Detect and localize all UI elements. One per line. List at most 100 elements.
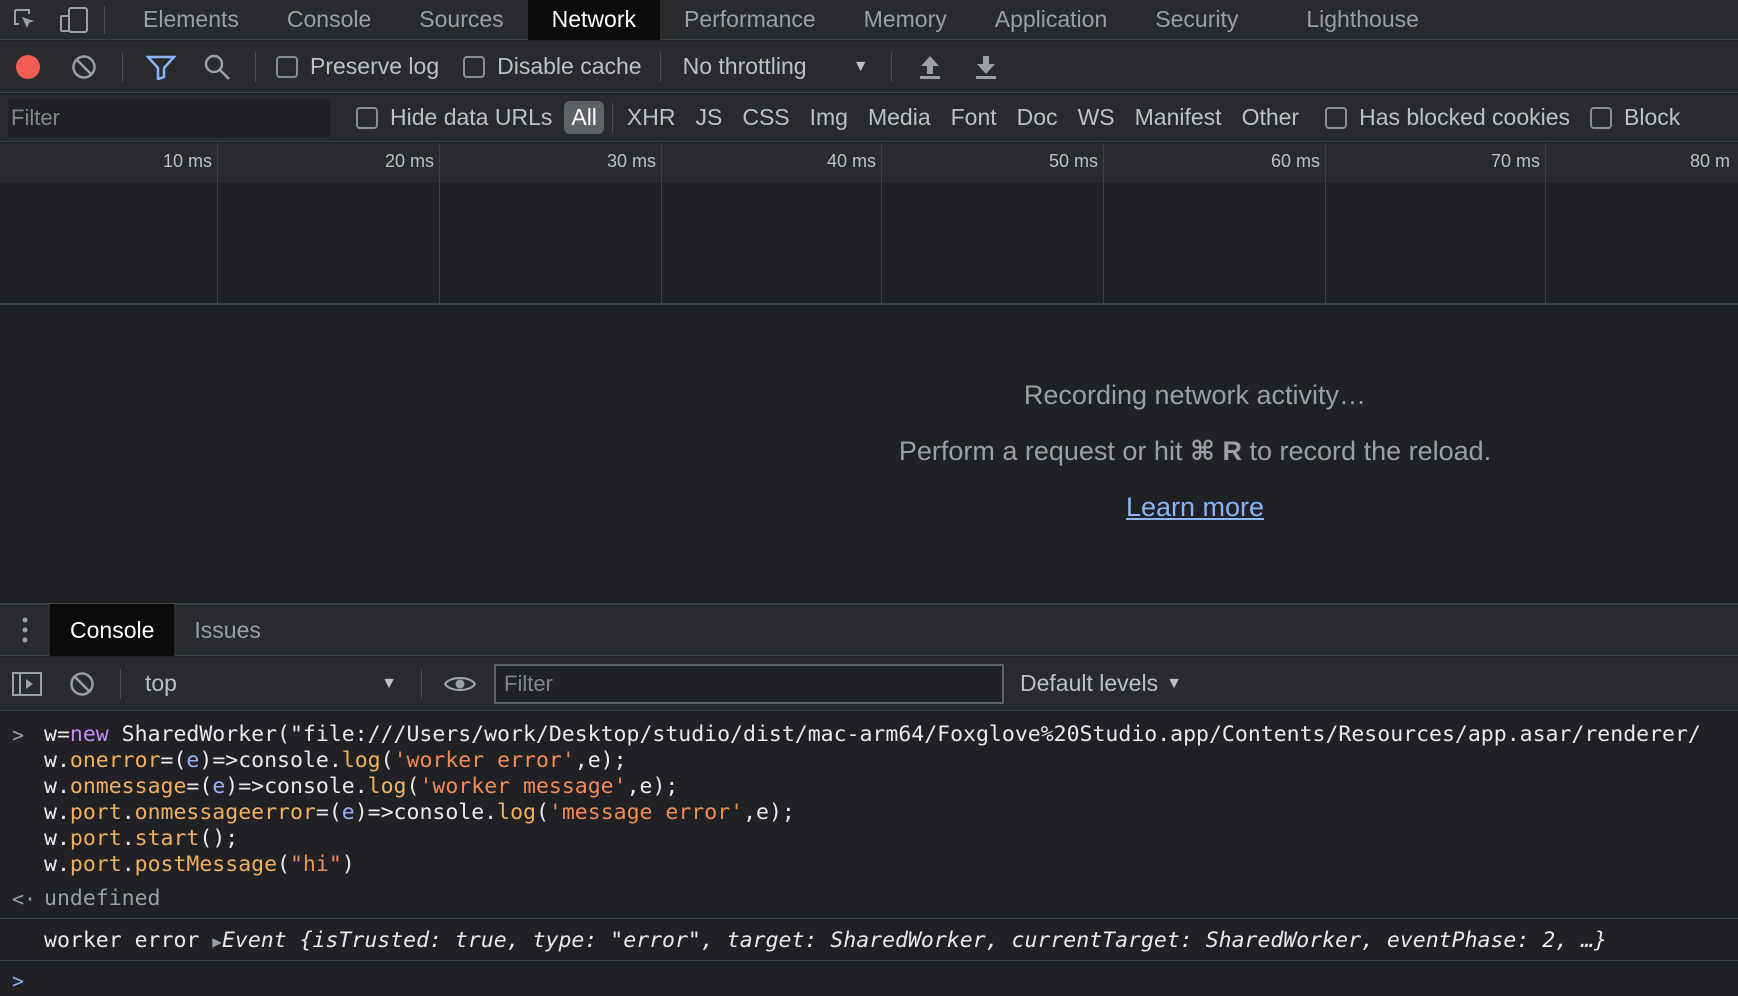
- preserve-log-checkbox[interactable]: [276, 55, 298, 78]
- timeline-gridline: [217, 143, 218, 303]
- recording-status-text: Recording network activity…: [1023, 380, 1367, 410]
- type-filter-img[interactable]: Img: [800, 104, 858, 131]
- type-filter-manifest[interactable]: Manifest: [1125, 104, 1232, 131]
- type-filter-ws[interactable]: WS: [1068, 104, 1125, 131]
- execution-context-select[interactable]: top ▼: [131, 670, 411, 697]
- tab-sources[interactable]: Sources: [395, 0, 527, 40]
- timeline-gridline: [439, 143, 440, 303]
- timeline-gridline: [881, 143, 882, 303]
- device-toolbar-icon[interactable]: [50, 0, 100, 40]
- type-filter-all[interactable]: All: [564, 101, 604, 134]
- tab-lighthouse[interactable]: Lighthouse: [1282, 0, 1443, 40]
- divider: [255, 51, 256, 82]
- console-filter-input[interactable]: Filter: [494, 663, 1004, 704]
- timeline-gridline: [661, 143, 662, 303]
- live-expression-eye-icon[interactable]: [432, 658, 488, 710]
- record-button[interactable]: [0, 41, 56, 93]
- divider: [611, 102, 613, 133]
- divider: [890, 51, 892, 82]
- network-filter-bar: Filter Hide data URLs All XHR JS CSS Img…: [0, 94, 1738, 142]
- import-har-icon[interactable]: [902, 41, 958, 93]
- search-icon[interactable]: [189, 41, 245, 93]
- drawer-tab-bar: Console Issues: [0, 603, 1738, 656]
- reload-hint-suffix: to record the reload.: [1242, 436, 1492, 466]
- clear-icon[interactable]: [56, 41, 112, 93]
- timeline-gridline: [1103, 143, 1104, 303]
- console-input-line: w.onmessage=(e)=>console.log('worker mes…: [44, 774, 679, 799]
- console-toolbar: top ▼ Filter Default levels ▼: [0, 657, 1738, 711]
- network-toolbar: Preserve log Disable cache No throttling…: [0, 41, 1738, 93]
- timeline-tick-label: 30 ms: [606, 151, 656, 171]
- throttling-select[interactable]: No throttling ▼: [671, 53, 881, 80]
- tab-performance[interactable]: Performance: [660, 0, 840, 40]
- type-filter-other[interactable]: Other: [1232, 104, 1310, 131]
- throttling-value: No throttling: [682, 53, 807, 79]
- more-tools-menu-icon[interactable]: [0, 604, 50, 657]
- timeline-gridline: [1545, 143, 1546, 303]
- timeline-tick-label: 40 ms: [826, 151, 876, 171]
- learn-more-link: Learn more: [0, 492, 1738, 523]
- divider: [659, 51, 661, 82]
- blocked-requests-label: Block: [1624, 104, 1681, 130]
- tab-network[interactable]: Network: [527, 0, 660, 40]
- console-output[interactable]: > w=new SharedWorker("file:///Users/work…: [0, 712, 1738, 996]
- console-input-line: w.port.onmessageerror=(e)=>console.log('…: [44, 800, 795, 825]
- timeline-tick-label: 20 ms: [384, 151, 434, 171]
- console-result-value: undefined: [44, 886, 161, 911]
- network-empty-state: Recording network activity… Perform a re…: [0, 306, 1738, 602]
- preserve-log-label: Preserve log: [310, 53, 440, 79]
- log-event-object[interactable]: Event {isTrusted: true, type: "error", t…: [222, 928, 1607, 953]
- has-blocked-cookies-checkbox[interactable]: [1325, 106, 1348, 129]
- expand-triangle-icon[interactable]: ▶: [212, 932, 222, 951]
- export-har-icon[interactable]: [958, 41, 1014, 93]
- blocked-requests-checkbox[interactable]: [1590, 106, 1613, 129]
- hide-data-urls-checkbox[interactable]: [356, 106, 378, 129]
- divider: [0, 960, 1738, 961]
- console-input-line: w=new SharedWorker("file:///Users/work/D…: [44, 722, 1701, 747]
- type-filter-css[interactable]: CSS: [732, 104, 799, 131]
- dropdown-arrow-icon: ▼: [1166, 674, 1182, 692]
- tab-elements[interactable]: Elements: [119, 0, 263, 40]
- type-filter-font[interactable]: Font: [941, 104, 1007, 131]
- reload-shortcut-keys: ⌘ R: [1189, 436, 1243, 466]
- timeline-gridline: [1325, 143, 1326, 303]
- console-prompt-input[interactable]: [44, 968, 1724, 994]
- console-input-line: w.onerror=(e)=>console.log('worker error…: [44, 748, 627, 773]
- tab-console[interactable]: Console: [263, 0, 395, 40]
- log-levels-value: Default levels: [1020, 670, 1159, 696]
- filter-funnel-icon[interactable]: [133, 41, 189, 93]
- type-filter-doc[interactable]: Doc: [1007, 104, 1068, 131]
- dropdown-arrow-icon: ▼: [852, 57, 869, 75]
- input-prompt-icon: >: [12, 723, 25, 747]
- inspect-element-icon[interactable]: [0, 0, 50, 40]
- clear-console-icon[interactable]: [54, 658, 110, 710]
- dropdown-arrow-icon: ▼: [381, 674, 397, 692]
- return-value-arrow-icon: <·: [12, 887, 37, 911]
- drawer-tab-console[interactable]: Console: [50, 604, 175, 656]
- tab-security[interactable]: Security: [1131, 0, 1262, 40]
- console-prompt-icon: >: [12, 969, 25, 993]
- divider: [120, 668, 121, 699]
- type-filter-js[interactable]: JS: [685, 104, 732, 131]
- console-log-message: worker error ▶Event {isTrusted: true, ty…: [44, 928, 1607, 955]
- timeline-tick-label: 50 ms: [1048, 151, 1098, 171]
- show-sidebar-icon[interactable]: [0, 658, 54, 710]
- type-filter-xhr[interactable]: XHR: [617, 104, 686, 131]
- disable-cache-label: Disable cache: [497, 53, 642, 79]
- log-levels-select[interactable]: Default levels ▼: [1020, 670, 1182, 697]
- network-filter-input[interactable]: Filter: [8, 98, 330, 137]
- timeline-tick-label: 10 ms: [162, 151, 212, 171]
- divider: [104, 5, 105, 34]
- drawer-tab-issues[interactable]: Issues: [174, 604, 280, 656]
- has-blocked-cookies-label: Has blocked cookies: [1359, 104, 1571, 130]
- type-filter-media[interactable]: Media: [858, 104, 941, 131]
- tab-memory[interactable]: Memory: [840, 0, 971, 40]
- network-overview-timeline[interactable]: 10 ms 20 ms 30 ms 40 ms 50 ms 60 ms 70 m…: [0, 143, 1738, 305]
- divider: [0, 918, 1738, 919]
- hide-data-urls-label: Hide data URLs: [390, 104, 553, 130]
- reload-hint-text: Perform a request or hit ⌘ R to record t…: [0, 436, 1738, 467]
- learn-more-link-text[interactable]: Learn more: [1126, 492, 1264, 522]
- tab-application[interactable]: Application: [971, 0, 1132, 40]
- console-input-line: w.port.start();: [44, 826, 239, 851]
- disable-cache-checkbox[interactable]: [463, 55, 486, 78]
